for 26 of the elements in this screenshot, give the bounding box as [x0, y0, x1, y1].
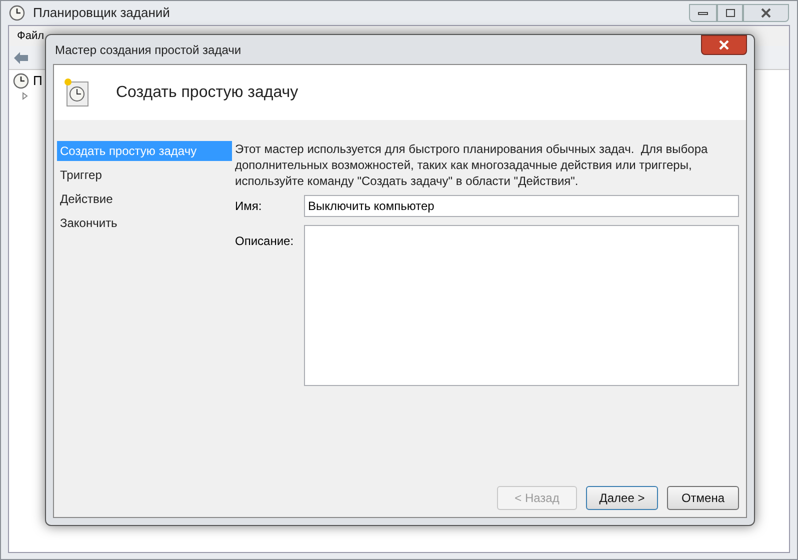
dialog-title: Мастер создания простой задачи [55, 42, 242, 58]
tree-item[interactable]: П [33, 71, 42, 91]
clock-icon [13, 73, 29, 89]
wizard-button[interactable]: Далее > [586, 486, 658, 510]
clock-icon [64, 78, 90, 108]
name-field[interactable]: Выключить компьютер [304, 195, 739, 217]
intro-text: Этот мастер используется для быстрого планирования обычных задач. Для выбора дополнительных возможностей, таких как многозадачные действия или триггеры, используйте команду "Создать задачу" в области "Действия". [234, 141, 709, 189]
window-title: Планировщик заданий [33, 4, 170, 22]
dialog-heading: Создать простую задачу [116, 82, 298, 102]
wizard-step[interactable]: Триггер [57, 165, 232, 185]
clock-icon [9, 5, 25, 21]
back-arrow-icon[interactable] [13, 50, 29, 64]
wizard-step[interactable]: Закончить [57, 213, 232, 233]
description-label: Описание: [234, 233, 295, 250]
expand-arrow-icon[interactable] [21, 92, 29, 100]
minimize-button[interactable] [689, 4, 717, 22]
menu-item[interactable]: Файл [17, 28, 44, 44]
close-icon [719, 40, 729, 50]
maximize-button[interactable] [717, 4, 743, 22]
close-button[interactable] [743, 4, 789, 22]
close-icon [761, 8, 771, 18]
wizard-step[interactable]: Действие [57, 189, 232, 209]
name-label: Имя: [234, 198, 263, 215]
wizard-button[interactable]: Отмена [667, 486, 739, 510]
close-button[interactable] [701, 35, 747, 55]
description-field[interactable] [304, 225, 739, 386]
